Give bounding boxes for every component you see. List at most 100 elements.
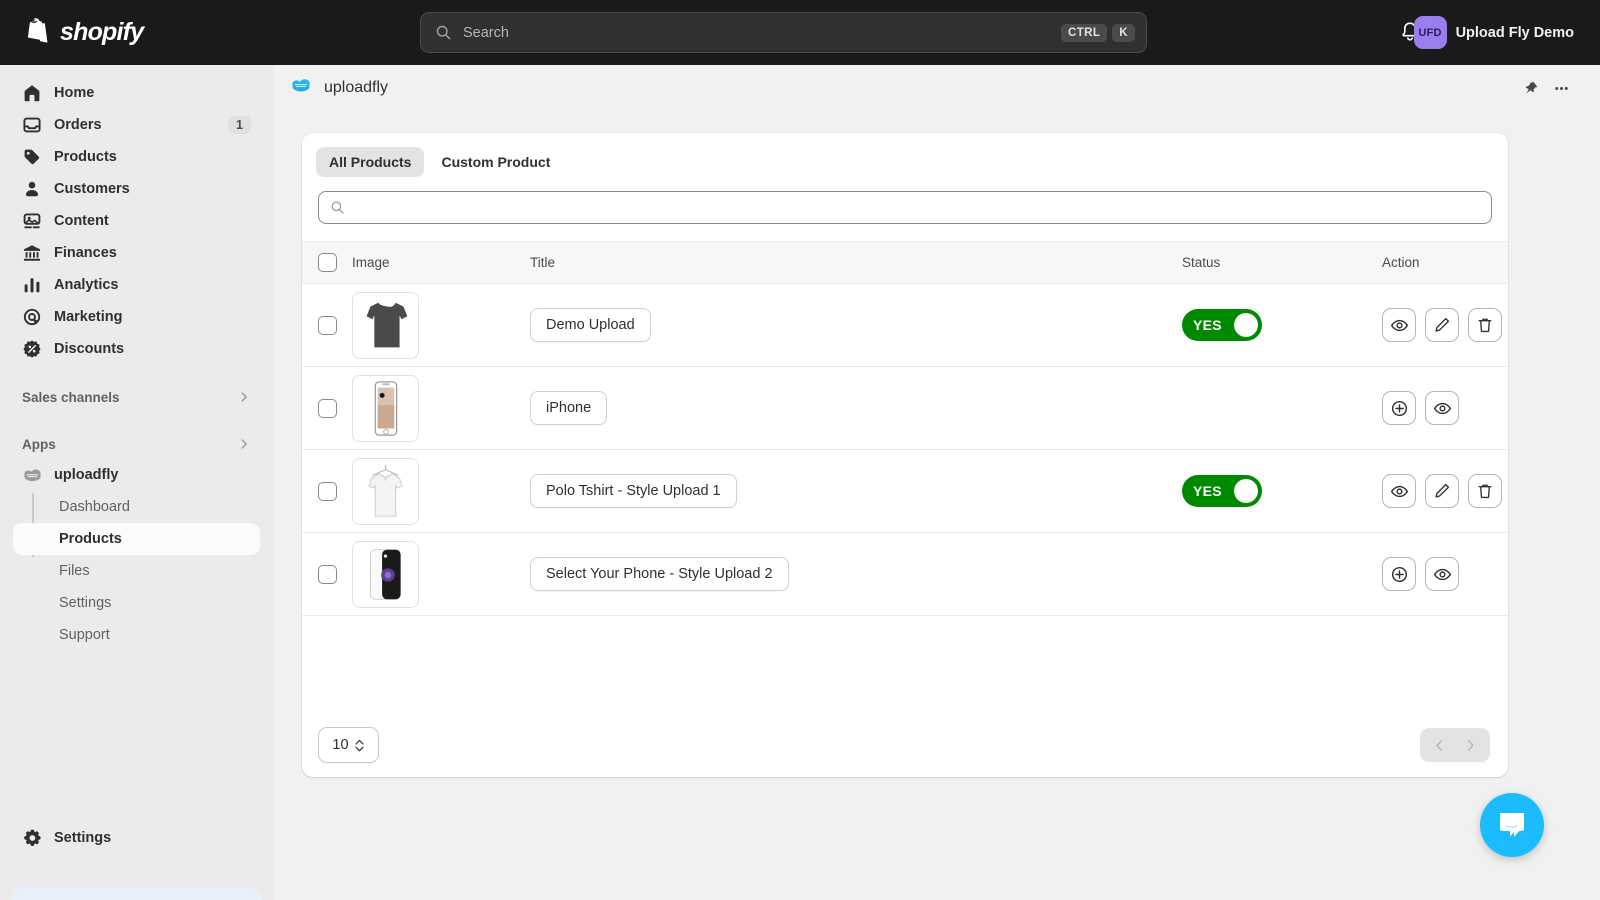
row-title-cell: Polo Tshirt - Style Upload 1 xyxy=(530,450,1182,533)
sidebar-subitem-files[interactable]: Files xyxy=(13,555,260,587)
search-input[interactable] xyxy=(354,200,1480,216)
table-footer: 10 xyxy=(302,713,1508,777)
sidebar-item-finances[interactable]: Finances xyxy=(12,237,261,269)
edit-button[interactable] xyxy=(1425,474,1459,508)
product-title-pill[interactable]: iPhone xyxy=(530,391,607,425)
delete-button[interactable] xyxy=(1468,308,1502,342)
delete-button[interactable] xyxy=(1468,474,1502,508)
plus-circle-icon xyxy=(1390,565,1409,584)
trash-icon xyxy=(1476,316,1494,334)
sidebar-section-apps[interactable]: Apps xyxy=(12,429,261,459)
app-header-bar: uploadfly xyxy=(273,65,1600,111)
global-search-placeholder: Search xyxy=(463,25,1056,41)
select-all-checkbox[interactable] xyxy=(318,253,337,272)
bar-chart-icon xyxy=(22,275,42,295)
sidebar-item-settings[interactable]: Settings xyxy=(12,822,261,854)
product-title-pill[interactable]: Select Your Phone - Style Upload 2 xyxy=(530,557,789,591)
column-header-action: Action xyxy=(1382,242,1508,284)
subitem-label: Files xyxy=(59,563,90,579)
chat-launcher-button[interactable] xyxy=(1480,793,1544,857)
global-search-bar[interactable]: Search CTRL K xyxy=(420,12,1147,53)
edit-button[interactable] xyxy=(1425,308,1459,342)
sidebar-item-customers[interactable]: Customers xyxy=(12,173,261,205)
row-status-cell: YES xyxy=(1182,450,1382,533)
search-shortcut-key: K xyxy=(1112,24,1135,42)
sidebar-subitem-dashboard[interactable]: Dashboard xyxy=(13,491,260,523)
row-checkbox[interactable] xyxy=(318,399,337,418)
row-title-cell: Demo Upload xyxy=(530,284,1182,367)
row-checkbox[interactable] xyxy=(318,482,337,501)
search-input-wrapper[interactable] xyxy=(318,191,1492,224)
per-page-selector[interactable]: 10 xyxy=(318,727,379,763)
chevron-right-icon xyxy=(1463,738,1478,753)
trash-icon xyxy=(1476,482,1494,500)
sidebar-subitem-support[interactable]: Support xyxy=(13,619,260,651)
chevron-updown-icon xyxy=(354,738,365,753)
person-icon xyxy=(22,179,42,199)
status-toggle-label: YES xyxy=(1193,317,1222,333)
view-button[interactable] xyxy=(1425,391,1459,425)
status-toggle[interactable]: YES xyxy=(1182,475,1262,507)
table-search-row xyxy=(302,185,1508,224)
row-status-cell xyxy=(1182,533,1382,616)
product-title-pill[interactable]: Demo Upload xyxy=(530,308,651,342)
product-thumbnail[interactable] xyxy=(352,375,419,442)
sidebar-item-analytics[interactable]: Analytics xyxy=(12,269,261,301)
sidebar-item-label: Orders xyxy=(54,117,102,133)
view-button[interactable] xyxy=(1382,474,1416,508)
tab-all-products[interactable]: All Products xyxy=(316,147,424,177)
product-thumbnail[interactable] xyxy=(352,292,419,359)
user-menu[interactable]: UFD Upload Fly Demo xyxy=(1412,14,1580,51)
column-header-status: Status xyxy=(1182,242,1382,284)
add-button[interactable] xyxy=(1382,391,1416,425)
toggle-knob xyxy=(1234,313,1258,337)
tab-label: All Products xyxy=(329,154,411,170)
sidebar-bottom-panel xyxy=(12,888,261,900)
avatar: UFD xyxy=(1414,16,1447,49)
status-toggle[interactable]: YES xyxy=(1182,309,1262,341)
shopify-logo[interactable]: shopify xyxy=(24,18,143,48)
products-card: All Products Custom Product xyxy=(302,133,1508,777)
sidebar-item-marketing[interactable]: Marketing xyxy=(12,301,261,333)
view-button[interactable] xyxy=(1425,557,1459,591)
sidebar-item-products[interactable]: Products xyxy=(12,141,261,173)
pin-button[interactable] xyxy=(1516,73,1546,103)
row-checkbox[interactable] xyxy=(318,565,337,584)
table-row: Demo Upload YES xyxy=(302,284,1508,367)
target-icon xyxy=(22,307,42,327)
product-thumbnail[interactable] xyxy=(352,541,419,608)
column-header-image: Image xyxy=(352,242,530,284)
sidebar-app-uploadfly[interactable]: uploadfly xyxy=(12,459,261,491)
row-image-cell xyxy=(352,284,530,367)
sidebar-item-orders[interactable]: Orders 1 xyxy=(12,109,261,141)
row-checkbox[interactable] xyxy=(318,316,337,335)
app-header-title: uploadfly xyxy=(324,79,1516,97)
add-button[interactable] xyxy=(1382,557,1416,591)
sidebar-item-label: Settings xyxy=(54,830,111,846)
more-options-button[interactable] xyxy=(1546,73,1576,103)
product-thumbnail[interactable] xyxy=(352,458,419,525)
sidebar-subitem-settings[interactable]: Settings xyxy=(13,587,260,619)
row-image-cell xyxy=(352,533,530,616)
sidebar-item-home[interactable]: Home xyxy=(12,77,261,109)
subitem-label: Products xyxy=(59,531,122,547)
tab-custom-product[interactable]: Custom Product xyxy=(428,147,563,177)
subitem-label: Settings xyxy=(59,595,111,611)
table-head: Image Title Status Action xyxy=(302,242,1508,284)
column-header-title: Title xyxy=(530,242,1182,284)
bank-icon xyxy=(22,243,42,263)
home-icon xyxy=(22,83,42,103)
search-icon xyxy=(435,24,452,41)
sidebar-item-discounts[interactable]: Discounts xyxy=(12,333,261,365)
table-row: Select Your Phone - Style Upload 2 xyxy=(302,533,1508,616)
row-select-cell xyxy=(302,284,352,367)
pencil-icon xyxy=(1433,316,1451,334)
search-icon xyxy=(330,200,345,215)
product-title-pill[interactable]: Polo Tshirt - Style Upload 1 xyxy=(530,474,737,508)
sidebar-subitem-products[interactable]: Products xyxy=(13,523,260,555)
sidebar-item-content[interactable]: Content xyxy=(12,205,261,237)
view-button[interactable] xyxy=(1382,308,1416,342)
row-actions xyxy=(1382,557,1508,591)
chevron-right-icon xyxy=(237,437,251,451)
sidebar-section-sales-channels[interactable]: Sales channels xyxy=(12,382,261,412)
